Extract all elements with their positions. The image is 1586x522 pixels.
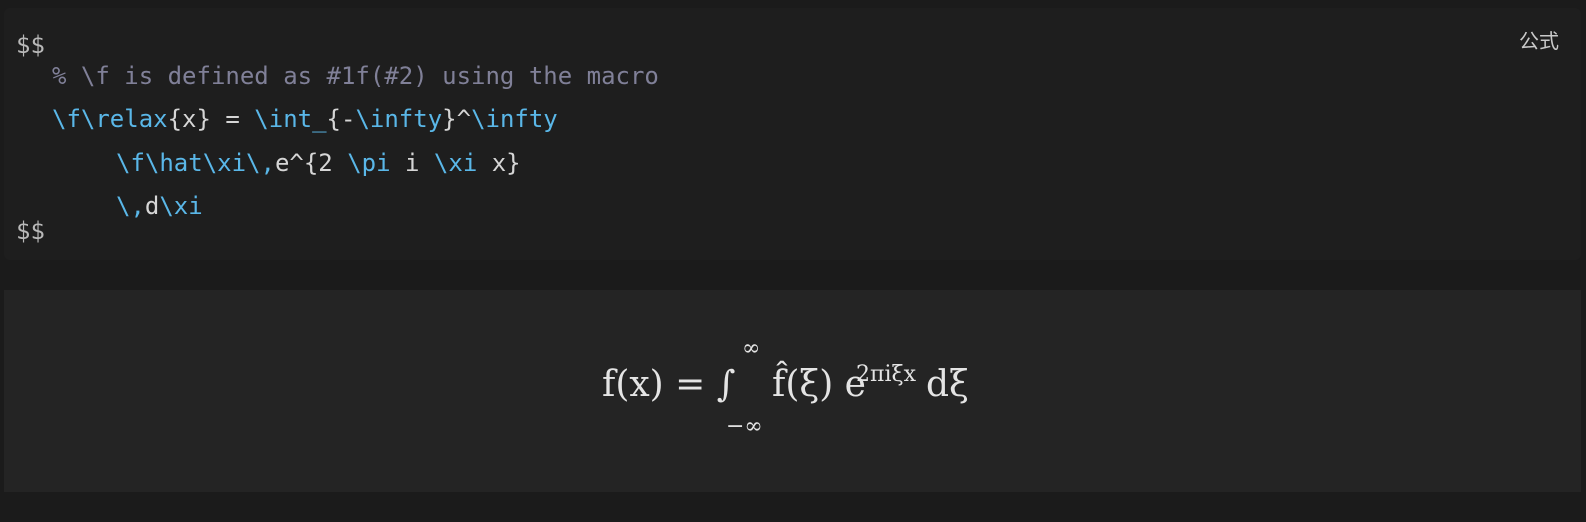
code-token: \f\relax [52,105,168,133]
code-token: \infty [355,105,443,133]
code-line-4: \,d\xi [116,191,203,221]
code-token: }^ [442,105,472,133]
code-block[interactable]: 公式 $$ % \f is defined as #1f(#2) using t… [4,8,1581,260]
code-token: \int_ [254,105,327,133]
code-token: \xi [433,149,478,177]
language-label[interactable]: 公式 [1519,25,1559,54]
math-preview[interactable]: f(x) = ∫ ∞ −∞ f̂(ξ) e 2πiξx dξ [4,290,1581,492]
formula-exponent: 2πiξx [856,362,917,387]
code-open-delimiter: $$ [16,31,45,59]
code-token: d [144,192,160,220]
code-token: i [390,149,434,177]
code-token: \, [116,192,145,220]
code-close-delimiter: $$ [16,217,45,245]
code-token: {- [326,105,356,133]
code-line-3: \f\hat\xi\,e^{2 \pi i \xi x} [116,148,521,178]
formula-lhs: f(x) = ∫ [602,364,736,405]
code-token: \f\hat\xi\, [116,149,275,177]
code-token: \xi [159,192,203,220]
code-token: \infty [471,105,558,133]
formula-lower-limit: −∞ [726,414,763,439]
code-line-2: \f\relax{x} = \int_{-\infty}^\infty [52,104,558,134]
code-token: \pi [347,149,391,177]
code-comment-line: % \f is defined as #1f(#2) using the mac… [52,62,659,90]
code-token: {x} = [167,105,255,133]
formula-integrand: f̂(ξ) e [772,364,866,405]
formula-upper-limit: ∞ [742,336,761,361]
code-token: e^{2 [274,149,348,177]
rendered-formula: f(x) = ∫ ∞ −∞ f̂(ξ) e 2πiξx dξ [4,290,1581,492]
formula-differential: dξ [926,364,969,405]
code-token: x} [477,149,521,177]
